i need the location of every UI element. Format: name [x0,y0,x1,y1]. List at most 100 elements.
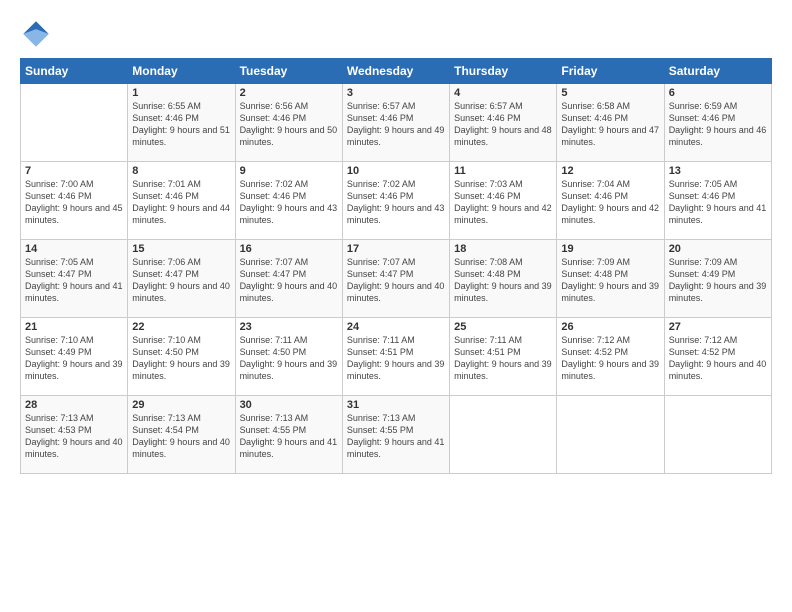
calendar-cell [664,396,771,474]
calendar-cell: 5Sunrise: 6:58 AM Sunset: 4:46 PM Daylig… [557,84,664,162]
day-content: Sunrise: 7:09 AM Sunset: 4:49 PM Dayligh… [669,256,767,305]
day-content: Sunrise: 7:08 AM Sunset: 4:48 PM Dayligh… [454,256,552,305]
calendar-cell: 29Sunrise: 7:13 AM Sunset: 4:54 PM Dayli… [128,396,235,474]
calendar-cell: 20Sunrise: 7:09 AM Sunset: 4:49 PM Dayli… [664,240,771,318]
day-number: 31 [347,399,445,411]
day-number: 5 [561,87,659,99]
day-content: Sunrise: 7:05 AM Sunset: 4:46 PM Dayligh… [669,178,767,227]
calendar-cell: 9Sunrise: 7:02 AM Sunset: 4:46 PM Daylig… [235,162,342,240]
col-header-thursday: Thursday [450,59,557,84]
calendar-cell: 8Sunrise: 7:01 AM Sunset: 4:46 PM Daylig… [128,162,235,240]
day-content: Sunrise: 7:03 AM Sunset: 4:46 PM Dayligh… [454,178,552,227]
day-content: Sunrise: 7:13 AM Sunset: 4:55 PM Dayligh… [347,412,445,461]
day-number: 19 [561,243,659,255]
day-number: 23 [240,321,338,333]
calendar-cell: 2Sunrise: 6:56 AM Sunset: 4:46 PM Daylig… [235,84,342,162]
day-number: 3 [347,87,445,99]
day-content: Sunrise: 7:12 AM Sunset: 4:52 PM Dayligh… [669,334,767,383]
day-number: 25 [454,321,552,333]
day-content: Sunrise: 6:58 AM Sunset: 4:46 PM Dayligh… [561,100,659,149]
calendar-cell: 10Sunrise: 7:02 AM Sunset: 4:46 PM Dayli… [342,162,449,240]
day-number: 11 [454,165,552,177]
day-content: Sunrise: 7:13 AM Sunset: 4:54 PM Dayligh… [132,412,230,461]
week-row-2: 7Sunrise: 7:00 AM Sunset: 4:46 PM Daylig… [21,162,772,240]
col-header-saturday: Saturday [664,59,771,84]
calendar-cell: 21Sunrise: 7:10 AM Sunset: 4:49 PM Dayli… [21,318,128,396]
page: SundayMondayTuesdayWednesdayThursdayFrid… [0,0,792,612]
day-number: 16 [240,243,338,255]
day-number: 27 [669,321,767,333]
day-number: 9 [240,165,338,177]
day-number: 20 [669,243,767,255]
logo [20,18,56,50]
col-header-monday: Monday [128,59,235,84]
day-content: Sunrise: 7:11 AM Sunset: 4:51 PM Dayligh… [347,334,445,383]
day-number: 30 [240,399,338,411]
day-number: 13 [669,165,767,177]
header-row: SundayMondayTuesdayWednesdayThursdayFrid… [21,59,772,84]
calendar-cell: 14Sunrise: 7:05 AM Sunset: 4:47 PM Dayli… [21,240,128,318]
day-number: 7 [25,165,123,177]
day-number: 4 [454,87,552,99]
day-content: Sunrise: 7:02 AM Sunset: 4:46 PM Dayligh… [240,178,338,227]
day-content: Sunrise: 7:01 AM Sunset: 4:46 PM Dayligh… [132,178,230,227]
calendar-cell: 31Sunrise: 7:13 AM Sunset: 4:55 PM Dayli… [342,396,449,474]
calendar-cell [21,84,128,162]
calendar-cell: 17Sunrise: 7:07 AM Sunset: 4:47 PM Dayli… [342,240,449,318]
calendar-cell: 27Sunrise: 7:12 AM Sunset: 4:52 PM Dayli… [664,318,771,396]
calendar-cell: 19Sunrise: 7:09 AM Sunset: 4:48 PM Dayli… [557,240,664,318]
day-number: 29 [132,399,230,411]
day-content: Sunrise: 6:55 AM Sunset: 4:46 PM Dayligh… [132,100,230,149]
day-content: Sunrise: 7:13 AM Sunset: 4:53 PM Dayligh… [25,412,123,461]
calendar-cell: 13Sunrise: 7:05 AM Sunset: 4:46 PM Dayli… [664,162,771,240]
calendar-table: SundayMondayTuesdayWednesdayThursdayFrid… [20,58,772,474]
day-number: 6 [669,87,767,99]
day-number: 21 [25,321,123,333]
calendar-cell: 1Sunrise: 6:55 AM Sunset: 4:46 PM Daylig… [128,84,235,162]
calendar-cell: 7Sunrise: 7:00 AM Sunset: 4:46 PM Daylig… [21,162,128,240]
logo-icon [20,18,52,50]
week-row-5: 28Sunrise: 7:13 AM Sunset: 4:53 PM Dayli… [21,396,772,474]
calendar-cell [557,396,664,474]
calendar-cell: 23Sunrise: 7:11 AM Sunset: 4:50 PM Dayli… [235,318,342,396]
day-content: Sunrise: 7:04 AM Sunset: 4:46 PM Dayligh… [561,178,659,227]
col-header-tuesday: Tuesday [235,59,342,84]
day-content: Sunrise: 7:05 AM Sunset: 4:47 PM Dayligh… [25,256,123,305]
day-content: Sunrise: 7:13 AM Sunset: 4:55 PM Dayligh… [240,412,338,461]
week-row-1: 1Sunrise: 6:55 AM Sunset: 4:46 PM Daylig… [21,84,772,162]
day-content: Sunrise: 7:07 AM Sunset: 4:47 PM Dayligh… [347,256,445,305]
day-content: Sunrise: 6:57 AM Sunset: 4:46 PM Dayligh… [454,100,552,149]
day-number: 24 [347,321,445,333]
day-content: Sunrise: 6:59 AM Sunset: 4:46 PM Dayligh… [669,100,767,149]
week-row-4: 21Sunrise: 7:10 AM Sunset: 4:49 PM Dayli… [21,318,772,396]
col-header-wednesday: Wednesday [342,59,449,84]
day-content: Sunrise: 7:10 AM Sunset: 4:50 PM Dayligh… [132,334,230,383]
day-content: Sunrise: 7:10 AM Sunset: 4:49 PM Dayligh… [25,334,123,383]
day-number: 15 [132,243,230,255]
header [20,18,772,50]
calendar-cell: 12Sunrise: 7:04 AM Sunset: 4:46 PM Dayli… [557,162,664,240]
day-content: Sunrise: 7:12 AM Sunset: 4:52 PM Dayligh… [561,334,659,383]
day-content: Sunrise: 7:11 AM Sunset: 4:50 PM Dayligh… [240,334,338,383]
calendar-cell: 6Sunrise: 6:59 AM Sunset: 4:46 PM Daylig… [664,84,771,162]
day-content: Sunrise: 6:57 AM Sunset: 4:46 PM Dayligh… [347,100,445,149]
day-content: Sunrise: 7:07 AM Sunset: 4:47 PM Dayligh… [240,256,338,305]
day-content: Sunrise: 6:56 AM Sunset: 4:46 PM Dayligh… [240,100,338,149]
day-number: 8 [132,165,230,177]
calendar-cell: 18Sunrise: 7:08 AM Sunset: 4:48 PM Dayli… [450,240,557,318]
calendar-cell: 22Sunrise: 7:10 AM Sunset: 4:50 PM Dayli… [128,318,235,396]
calendar-cell: 16Sunrise: 7:07 AM Sunset: 4:47 PM Dayli… [235,240,342,318]
calendar-cell: 26Sunrise: 7:12 AM Sunset: 4:52 PM Dayli… [557,318,664,396]
day-number: 2 [240,87,338,99]
calendar-cell: 28Sunrise: 7:13 AM Sunset: 4:53 PM Dayli… [21,396,128,474]
calendar-cell: 4Sunrise: 6:57 AM Sunset: 4:46 PM Daylig… [450,84,557,162]
day-number: 26 [561,321,659,333]
day-content: Sunrise: 7:06 AM Sunset: 4:47 PM Dayligh… [132,256,230,305]
day-number: 10 [347,165,445,177]
calendar-cell: 30Sunrise: 7:13 AM Sunset: 4:55 PM Dayli… [235,396,342,474]
calendar-cell: 24Sunrise: 7:11 AM Sunset: 4:51 PM Dayli… [342,318,449,396]
day-number: 14 [25,243,123,255]
day-number: 22 [132,321,230,333]
day-content: Sunrise: 7:02 AM Sunset: 4:46 PM Dayligh… [347,178,445,227]
day-number: 17 [347,243,445,255]
